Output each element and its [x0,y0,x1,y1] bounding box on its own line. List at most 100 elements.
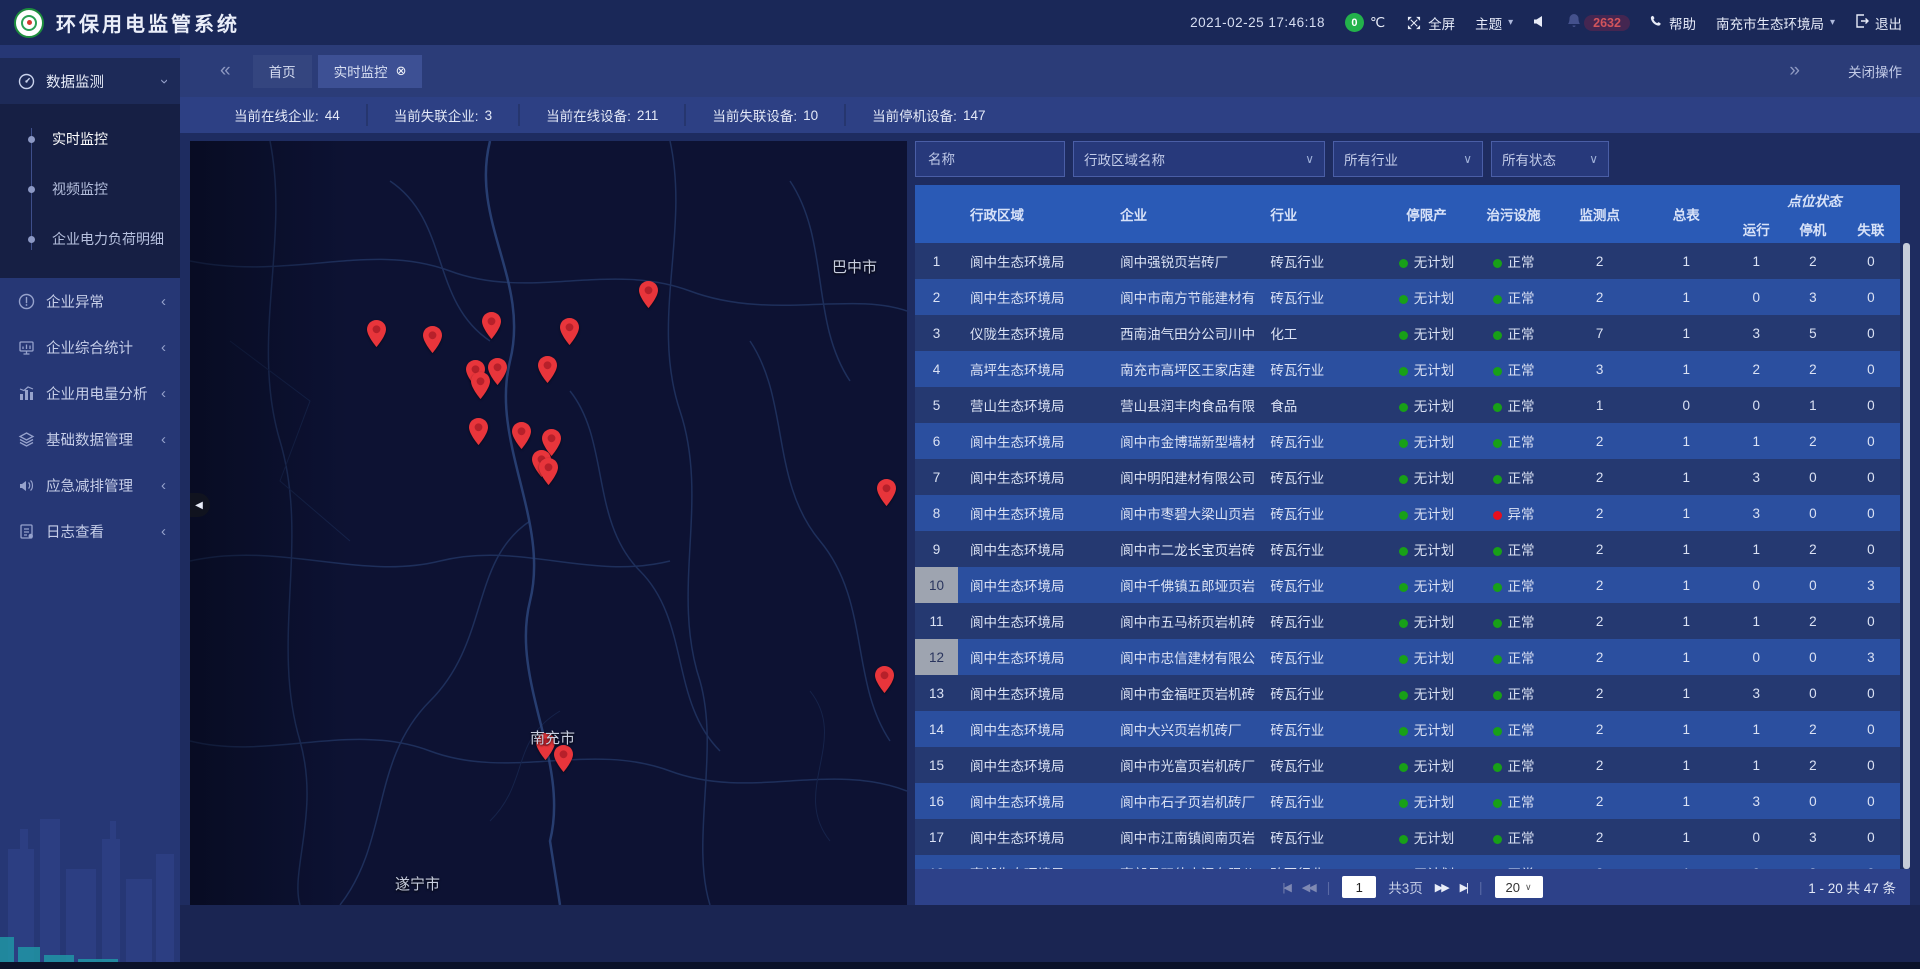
table-row[interactable]: 17阆中生态环境局阆中市江南镇阆南页岩砖瓦行业无计划正常21030 [915,819,1900,855]
notifications-button[interactable]: 2632 [1566,13,1630,32]
status-select[interactable]: 所有状态 ∨ [1491,141,1609,177]
row-facility-status: 正常 [1472,639,1556,675]
next-page-button[interactable]: ▶▶ [1435,881,1448,894]
org-menu[interactable]: 南充市生态环境局 ▾ [1716,13,1835,33]
tabs-scroll-right-button[interactable]: » [1789,60,1800,82]
close-operations-button[interactable]: 关闭操作 [1848,61,1902,81]
sidebar-item-log-view[interactable]: 日志查看 ‹ [0,508,180,554]
tab-home[interactable]: 首页 [253,55,312,88]
sidebar-item-video-monitor[interactable]: 视频监控 [0,164,180,214]
row-limit-status: 无计划 [1381,495,1471,531]
status-dot-icon [1493,727,1502,736]
table-row[interactable]: 2阆中生态环境局阆中市南方节能建材有砖瓦行业无计划正常21030 [915,279,1900,315]
table-row[interactable]: 5营山生态环境局营山县润丰肉食品有限食品无计划正常10010 [915,387,1900,423]
table-body-viewport[interactable]: 1阆中生态环境局阆中强锐页岩砖厂砖瓦行业无计划正常211202阆中生态环境局阆中… [915,243,1910,869]
row-stopped: 3 [1784,819,1842,855]
row-meters: 1 [1644,531,1729,567]
row-points: 2 [1556,747,1644,783]
app-title: 环保用电监管系统 [56,8,240,37]
map-shade [190,141,907,905]
table-row[interactable]: 3仪陇生态环境局西南油气田分公司川中化工无计划正常71350 [915,315,1900,351]
table-row[interactable]: 8阆中生态环境局阆中市枣碧大梁山页岩砖瓦行业无计划异常21300 [915,495,1900,531]
logout-button[interactable]: 退出 [1855,13,1902,33]
map-pin[interactable] [423,326,442,353]
sidebar-item-enterprise-statistics[interactable]: 企业综合统计 ‹ [0,324,180,370]
status-dot-icon [1493,259,1502,268]
row-running: 0 [1729,279,1784,315]
theme-menu[interactable]: 主题 ▾ [1475,13,1513,33]
page-number-input[interactable] [1342,876,1376,898]
pagination-range-label: 1 - 20 共 47 条 [1808,877,1896,897]
status-dot-icon [1399,763,1408,772]
table-scrollbar[interactable] [1903,243,1910,869]
map-pin[interactable] [488,358,507,385]
row-index: 8 [915,495,958,531]
tab-realtime-monitor[interactable]: 实时监控 ⊗ [318,55,423,88]
table-row[interactable]: 6阆中生态环境局阆中市金博瑞新型墙材砖瓦行业无计划正常21120 [915,423,1900,459]
row-facility-status: 正常 [1472,783,1556,819]
chevron-down-icon: ∨ [1295,152,1314,166]
row-points: 3 [1556,351,1644,387]
map-pin[interactable] [538,356,557,383]
row-running: 3 [1729,783,1784,819]
map-pin[interactable] [367,320,386,347]
row-limit-status: 无计划 [1381,675,1471,711]
column-group-point-status: 点位状态 [1729,185,1900,215]
first-page-button[interactable]: |◀ [1282,881,1289,894]
page-size-select[interactable]: 20 ∨ [1495,876,1543,898]
fullscreen-button[interactable]: 全屏 [1405,13,1455,33]
table-row[interactable]: 16阆中生态环境局阆中市石子页岩机砖厂砖瓦行业无计划正常21300 [915,783,1900,819]
map-pin[interactable] [554,745,573,772]
sidebar-item-data-monitoring[interactable]: 数据监测 ‹ [0,58,180,104]
map-pin[interactable] [512,422,531,449]
name-filter[interactable] [915,141,1065,177]
sidebar-item-realtime-monitor[interactable]: 实时监控 [0,114,180,164]
sidebar-item-base-data[interactable]: 基础数据管理 ‹ [0,416,180,462]
map-pin[interactable] [471,372,490,399]
stat-label: 当前停机设备: [872,105,957,125]
row-stopped: 3 [1784,279,1842,315]
region-select[interactable]: 行政区域名称 ∨ [1073,141,1325,177]
row-limit-status: 无计划 [1381,819,1471,855]
table-row[interactable]: 7阆中生态环境局阆中明阳建材有限公司砖瓦行业无计划正常21300 [915,459,1900,495]
row-meters: 1 [1644,603,1729,639]
map-panel[interactable]: ◀ 巴中市南充市遂宁市 [190,141,907,905]
map-pin[interactable] [877,479,896,506]
table-row[interactable]: 9阆中生态环境局阆中市二龙长宝页岩砖砖瓦行业无计划正常21120 [915,531,1900,567]
map-pin[interactable] [560,318,579,345]
table-row[interactable]: 18南部生态环境局南部县双佳水泥有限公砖瓦行业无计划正常21030 [915,855,1900,869]
status-dot-icon [1493,403,1502,412]
map-city-label: 遂宁市 [395,873,440,894]
table-row[interactable]: 15阆中生态环境局阆中市光富页岩机砖厂砖瓦行业无计划正常21120 [915,747,1900,783]
industry-select[interactable]: 所有行业 ∨ [1333,141,1483,177]
mute-button[interactable] [1533,15,1546,31]
table-row[interactable]: 1阆中生态环境局阆中强锐页岩砖厂砖瓦行业无计划正常21120 [915,243,1900,279]
help-button[interactable]: 帮助 [1650,13,1696,33]
table-row[interactable]: 4高坪生态环境局南充市高坪区王家店建砖瓦行业无计划正常31220 [915,351,1900,387]
table-row[interactable]: 13阆中生态环境局阆中市金福旺页岩机砖砖瓦行业无计划正常21300 [915,675,1900,711]
map-pin[interactable] [482,312,501,339]
prev-page-button[interactable]: ◀◀ [1302,881,1315,894]
name-filter-input[interactable] [926,151,1054,168]
row-points: 2 [1556,639,1644,675]
map-pin[interactable] [875,666,894,693]
sidebar-item-enterprise-anomaly[interactable]: 企业异常 ‹ [0,278,180,324]
row-limit-status: 无计划 [1381,603,1471,639]
map-pin[interactable] [469,418,488,445]
table-row[interactable]: 10阆中生态环境局阆中千佛镇五郎垭页岩砖瓦行业无计划正常21003 [915,567,1900,603]
sidebar-item-power-load-detail[interactable]: 企业电力负荷明细 [0,214,180,264]
row-industry: 化工 [1258,315,1381,351]
row-limit-status: 无计划 [1381,315,1471,351]
status-dot-icon [1399,547,1408,556]
tabs-scroll-left-button[interactable]: « [220,60,231,82]
sidebar-item-power-analysis[interactable]: 企业用电量分析 ‹ [0,370,180,416]
table-row[interactable]: 11阆中生态环境局阆中市五马桥页岩机砖砖瓦行业无计划正常21120 [915,603,1900,639]
map-pin[interactable] [539,458,558,485]
bullet-dot-icon [28,186,35,193]
tab-close-icon[interactable]: ⊗ [396,63,407,79]
table-row[interactable]: 14阆中生态环境局阆中大兴页岩机砖厂砖瓦行业无计划正常21120 [915,711,1900,747]
last-page-button[interactable]: ▶| [1460,881,1467,894]
table-row[interactable]: 12阆中生态环境局阆中市忠信建材有限公砖瓦行业无计划正常21003 [915,639,1900,675]
sidebar-item-emission-reduction[interactable]: 应急减排管理 ‹ [0,462,180,508]
map-pin[interactable] [639,281,658,308]
